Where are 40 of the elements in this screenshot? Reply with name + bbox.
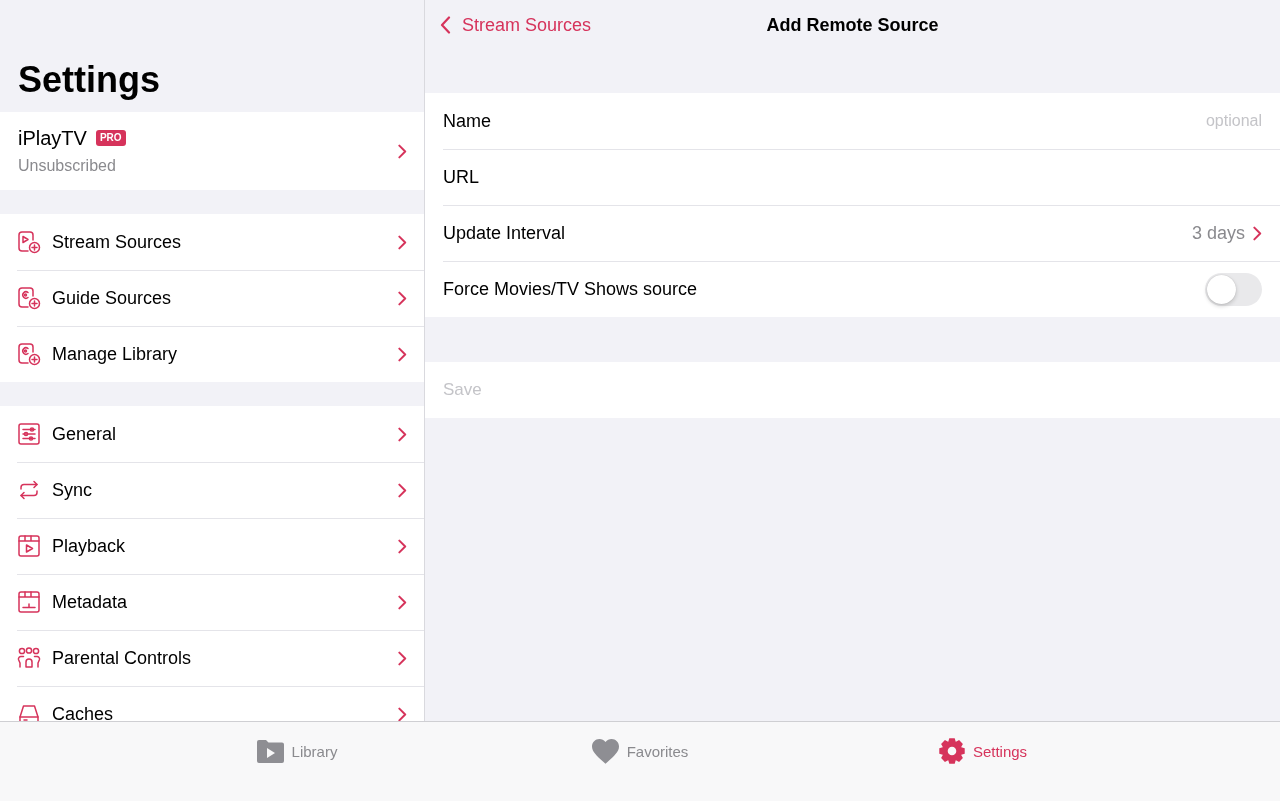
sliders-icon — [17, 422, 41, 446]
chevron-icon — [398, 650, 407, 666]
account-row[interactable]: iPlayTV PRO Unsubscribed — [0, 112, 424, 190]
sync-icon — [17, 478, 41, 502]
sidebar-title: Settings — [17, 58, 161, 102]
chevron-icon — [398, 538, 407, 554]
field-label: Name — [443, 110, 491, 132]
chevron-icon — [398, 290, 407, 306]
field-label: Update Interval — [443, 222, 566, 244]
chevron-icon — [398, 143, 407, 159]
gear-icon — [938, 738, 965, 764]
toggle-switch[interactable] — [1205, 272, 1262, 306]
tab[interactable]: Settings — [811, 737, 1155, 765]
chevron-icon — [398, 706, 407, 721]
heart-icon — [591, 738, 619, 764]
picker-value: 3 days — [1191, 222, 1245, 244]
chevron-icon — [398, 426, 407, 442]
chevron-icon — [398, 234, 407, 250]
field-label: Force Movies/TV Shows source — [443, 278, 698, 300]
document-plus-icon — [17, 342, 41, 366]
film-frame-icon — [17, 590, 41, 614]
clapper-play-icon — [17, 534, 41, 558]
field-label: URL — [443, 166, 479, 188]
chevron-icon — [398, 346, 407, 362]
chevron-icon — [398, 594, 407, 610]
back-button[interactable]: Stream Sources — [440, 14, 592, 36]
chevron-icon — [398, 482, 407, 498]
pro-badge: PRO — [95, 130, 126, 146]
subscription-status: Unsubscribed — [18, 156, 117, 176]
people-icon — [17, 646, 41, 670]
text-field[interactable]: optional — [503, 104, 1262, 138]
drive-icon — [17, 702, 41, 721]
account-name: iPlayTV — [18, 126, 87, 150]
document-plus-icon — [17, 286, 41, 310]
interval-picker[interactable]: 3 days — [1191, 222, 1262, 244]
folder-play-icon — [256, 739, 284, 763]
nav-title: Add Remote Source — [766, 14, 939, 36]
chevron-icon — [440, 16, 451, 34]
video-plus-icon — [17, 230, 41, 254]
chevron-icon — [1253, 225, 1262, 241]
